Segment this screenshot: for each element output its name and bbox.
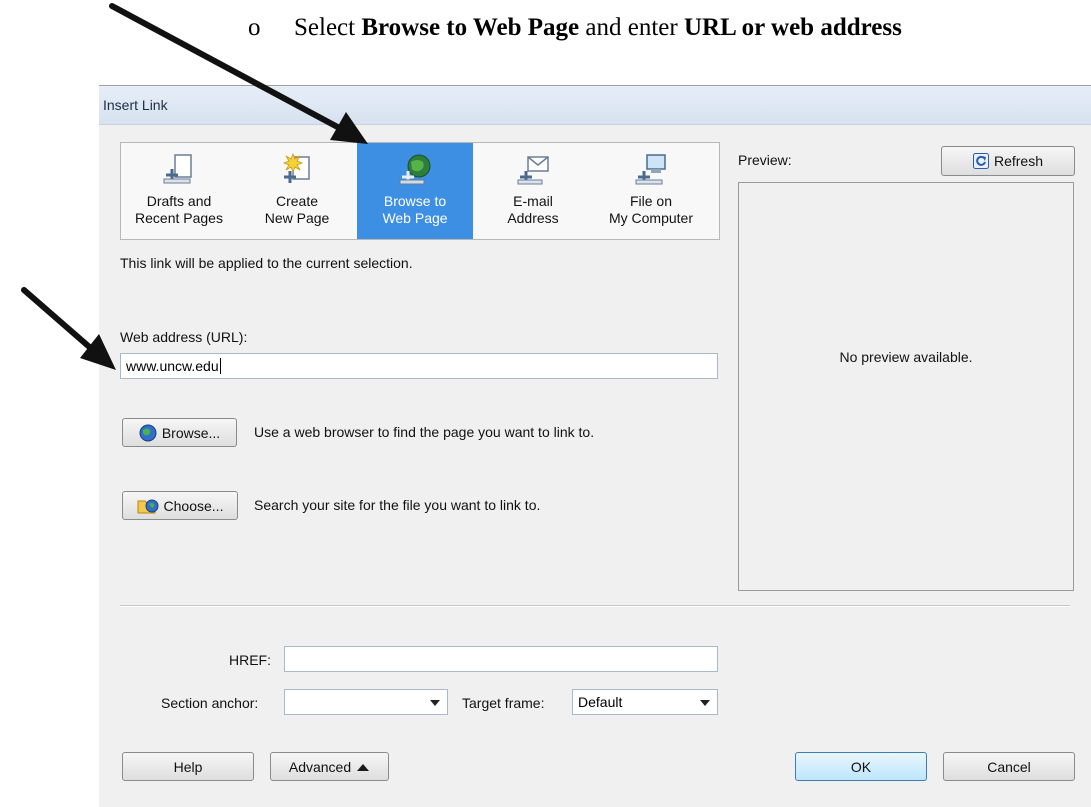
annotation-arrows xyxy=(21,3,368,370)
arrow-to-url-input xyxy=(21,287,116,370)
arrow-to-browse-tab xyxy=(109,3,368,144)
